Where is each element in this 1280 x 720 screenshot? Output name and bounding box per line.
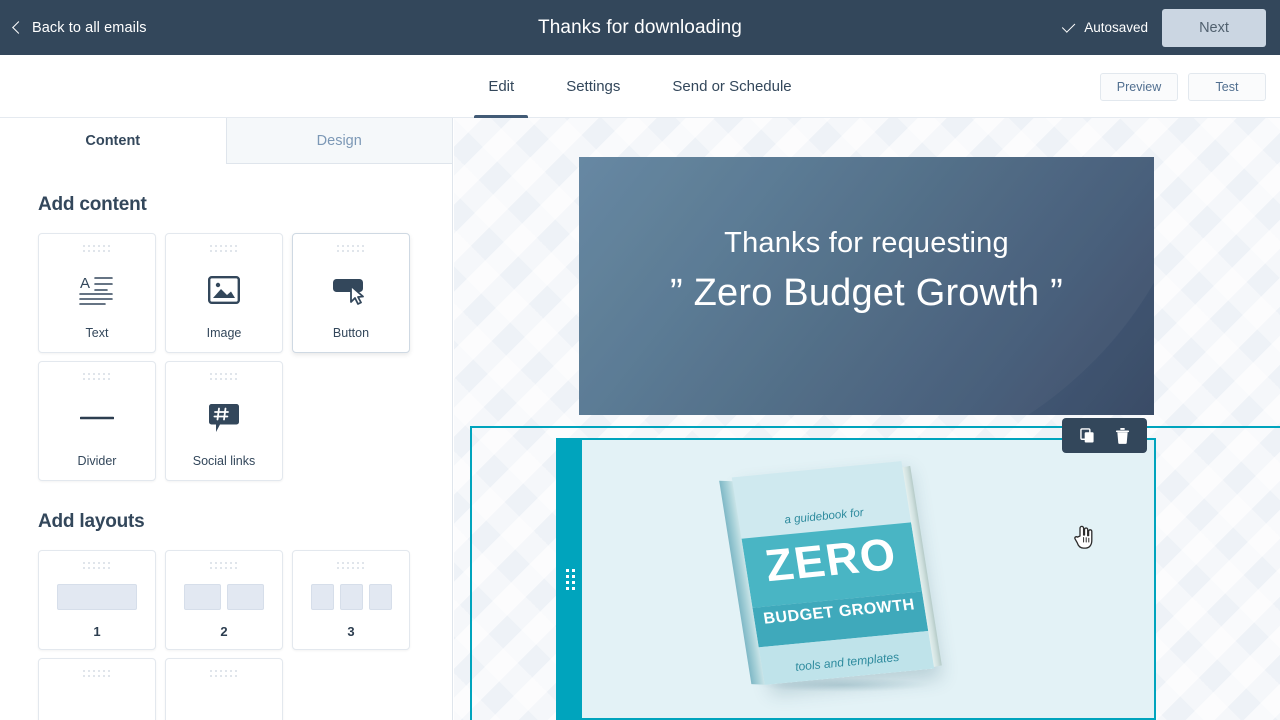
content-card-label: Image bbox=[206, 326, 242, 340]
selected-image-module[interactable]: a guidebook for ZERO BUDGET GROWTH tools… bbox=[556, 438, 1156, 720]
sidebar-tabs: Content Design bbox=[0, 118, 452, 164]
layout-preview-3-column bbox=[293, 570, 409, 624]
add-layouts-title: Add layouts bbox=[38, 511, 145, 532]
email-canvas[interactable]: Thanks for requesting ” Zero Budget Grow… bbox=[454, 118, 1280, 720]
content-card-grid: A Text Image Button Divider Social links bbox=[38, 233, 414, 481]
module-action-toolbar bbox=[1062, 418, 1147, 453]
top-bar: Back to all emails Thanks for downloadin… bbox=[0, 0, 1280, 55]
drag-handle-icon bbox=[83, 245, 111, 253]
content-card-social-links[interactable]: Social links bbox=[165, 361, 283, 481]
content-card-label: Divider bbox=[77, 454, 117, 468]
hero-banner-module[interactable]: Thanks for requesting ” Zero Budget Grow… bbox=[579, 157, 1154, 415]
drag-handle-icon bbox=[83, 373, 111, 381]
module-drag-handle[interactable] bbox=[558, 440, 582, 718]
drag-handle-icon bbox=[210, 670, 238, 678]
content-card-image[interactable]: Image bbox=[165, 233, 283, 353]
tab-settings[interactable]: Settings bbox=[540, 55, 646, 118]
content-card-label: Text bbox=[85, 326, 109, 340]
autosaved-status: Autosaved bbox=[1062, 19, 1148, 35]
drag-handle-icon bbox=[337, 245, 365, 253]
button-icon bbox=[293, 253, 409, 326]
chevron-left-icon bbox=[12, 21, 25, 34]
trash-icon[interactable] bbox=[1115, 427, 1130, 444]
hero-text: Thanks for requesting ” Zero Budget Grow… bbox=[579, 227, 1154, 315]
layout-card-2[interactable]: 2 bbox=[165, 550, 283, 650]
add-content-title: Add content bbox=[38, 194, 147, 215]
book-footer: tools and templates bbox=[794, 649, 901, 674]
social-links-icon bbox=[166, 381, 282, 454]
image-icon bbox=[166, 253, 282, 326]
layout-preview-1-column bbox=[39, 570, 155, 624]
layout-card-1[interactable]: 1 bbox=[38, 550, 156, 650]
drag-handle-icon bbox=[83, 562, 111, 570]
editor-tab-actions: Preview Test bbox=[1100, 55, 1266, 118]
editor-sidebar: Content Design Add content A Text Image … bbox=[0, 118, 453, 720]
sidebar-tab-design[interactable]: Design bbox=[225, 118, 452, 164]
back-to-all-emails-label: Back to all emails bbox=[32, 19, 147, 36]
sidebar-tab-content[interactable]: Content bbox=[0, 118, 226, 164]
test-button[interactable]: Test bbox=[1188, 72, 1266, 101]
layout-card-4[interactable] bbox=[38, 658, 156, 720]
sidebar-body: Add content A Text Image Button Divider … bbox=[0, 194, 452, 720]
book-cover-image[interactable]: a guidebook for ZERO BUDGET GROWTH tools… bbox=[719, 456, 960, 696]
book-3d: a guidebook for ZERO BUDGET GROWTH tools… bbox=[719, 461, 942, 685]
text-icon: A bbox=[39, 253, 155, 326]
duplicate-icon[interactable] bbox=[1079, 428, 1095, 443]
preview-button[interactable]: Preview bbox=[1100, 72, 1178, 101]
autosaved-label: Autosaved bbox=[1084, 20, 1148, 35]
divider-icon bbox=[39, 381, 155, 454]
drag-handle-icon bbox=[565, 568, 575, 590]
drag-handle-icon bbox=[210, 373, 238, 381]
drag-handle-icon bbox=[210, 245, 238, 253]
editor-tabs: Edit Settings Send or Schedule bbox=[0, 55, 1280, 118]
content-card-label: Social links bbox=[192, 454, 256, 468]
next-button[interactable]: Next bbox=[1162, 8, 1266, 47]
hero-line-1: Thanks for requesting bbox=[724, 227, 1009, 259]
book-cover: a guidebook for ZERO BUDGET GROWTH tools… bbox=[731, 461, 935, 685]
layout-card-label: 3 bbox=[347, 624, 355, 639]
layout-card-label: 1 bbox=[93, 624, 101, 639]
content-card-button[interactable]: Button bbox=[292, 233, 410, 353]
top-bar-actions: Autosaved Next bbox=[1062, 0, 1280, 55]
hero-line-2: ” Zero Budget Growth ” bbox=[670, 272, 1063, 314]
content-card-label: Button bbox=[332, 326, 370, 340]
book-title: ZERO bbox=[761, 528, 901, 592]
layout-card-label: 2 bbox=[220, 624, 228, 639]
check-icon bbox=[1062, 19, 1076, 33]
drag-handle-icon bbox=[210, 562, 238, 570]
editor-tab-bar: Edit Settings Send or Schedule Preview T… bbox=[0, 55, 1280, 118]
tab-send-or-schedule[interactable]: Send or Schedule bbox=[646, 55, 817, 118]
drag-handle-icon bbox=[83, 670, 111, 678]
back-to-all-emails-link[interactable]: Back to all emails bbox=[12, 19, 147, 36]
layout-card-grid: 1 2 3 bbox=[38, 550, 414, 720]
layout-card-3[interactable]: 3 bbox=[292, 550, 410, 650]
content-card-divider[interactable]: Divider bbox=[38, 361, 156, 481]
content-card-text[interactable]: A Text bbox=[38, 233, 156, 353]
module-body: a guidebook for ZERO BUDGET GROWTH tools… bbox=[582, 440, 1154, 718]
layout-card-5[interactable] bbox=[165, 658, 283, 720]
svg-text:A: A bbox=[80, 275, 90, 292]
drag-handle-icon bbox=[337, 562, 365, 570]
tab-edit[interactable]: Edit bbox=[462, 55, 540, 118]
layout-preview-2-column bbox=[166, 570, 282, 624]
